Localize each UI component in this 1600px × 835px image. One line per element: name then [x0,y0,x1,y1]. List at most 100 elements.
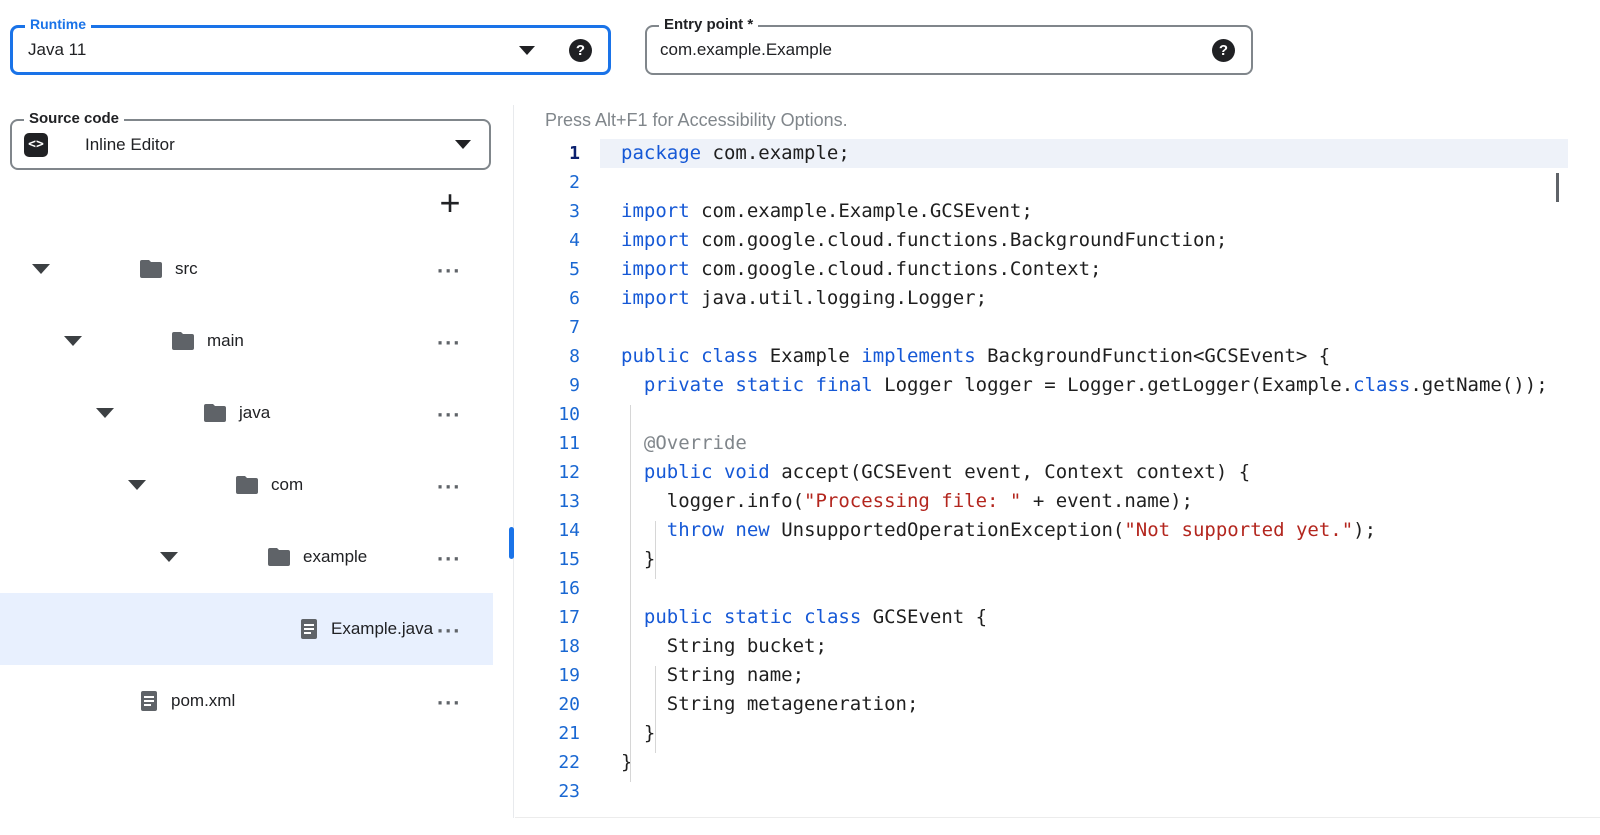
code-line[interactable]: 19 String name; [515,661,1600,690]
runtime-help-icon[interactable]: ? [569,39,592,62]
code-line-content: import com.example.Example.GCSEvent; [600,197,1568,226]
line-number[interactable]: 11 [515,429,580,458]
tree-item-pom.xml[interactable]: pom.xml ... [0,665,493,737]
line-number[interactable]: 20 [515,690,580,719]
code-line-content: import com.google.cloud.functions.Contex… [600,255,1568,284]
line-number[interactable]: 2 [515,168,580,197]
more-options-button[interactable]: ... [437,612,461,638]
code-line[interactable]: 10 [515,400,1600,429]
line-number[interactable]: 17 [515,603,580,632]
entry-point-help-icon[interactable]: ? [1212,39,1235,62]
line-number[interactable]: 1 [515,139,580,168]
tree-item-label: main [207,331,244,351]
more-options-button[interactable]: ... [437,252,461,278]
more-options-button[interactable]: ... [437,540,461,566]
tree-item-label: src [175,259,198,279]
panel-resize-handle[interactable] [509,527,514,559]
code-line[interactable]: 12 public void accept(GCSEvent event, Co… [515,458,1600,487]
folder-icon [268,548,290,566]
code-line[interactable]: 2 [515,168,1600,197]
line-number[interactable]: 6 [515,284,580,313]
code-line[interactable]: 6 import java.util.logging.Logger; [515,284,1600,313]
code-line[interactable]: 9 private static final Logger logger = L… [515,371,1600,400]
runtime-value: Java 11 [28,40,519,60]
code-line[interactable]: 5 import com.google.cloud.functions.Cont… [515,255,1600,284]
code-editor[interactable]: Press Alt+F1 for Accessibility Options. … [515,105,1600,818]
more-options-button[interactable]: ... [437,468,461,494]
expand-arrow-icon[interactable] [32,264,50,274]
code-line[interactable]: 13 logger.info("Processing file: " + eve… [515,487,1600,516]
chevron-down-icon[interactable] [519,46,535,55]
folder-icon [172,332,194,350]
runtime-select[interactable]: Runtime Java 11 ? [10,25,611,75]
code-line-content [600,777,1568,806]
code-line[interactable]: 3 import com.example.Example.GCSEvent; [515,197,1600,226]
code-line-content: } [600,719,1568,748]
tree-item-com[interactable]: com ... [0,449,493,521]
more-options-button[interactable]: ... [437,396,461,422]
code-line[interactable]: 4 import com.google.cloud.functions.Back… [515,226,1600,255]
code-line-content: String name; [600,661,1568,690]
code-line[interactable]: 16 [515,574,1600,603]
code-line[interactable]: 18 String bucket; [515,632,1600,661]
code-line[interactable]: 21 } [515,719,1600,748]
code-line[interactable]: 23 [515,777,1600,806]
tree-item-example[interactable]: example ... [0,521,493,593]
code-line[interactable]: 11 @Override [515,429,1600,458]
line-number[interactable]: 3 [515,197,580,226]
code-line-content [600,400,1568,429]
source-selector-value: Inline Editor [85,135,455,155]
code-line-content: import java.util.logging.Logger; [600,284,1568,313]
tree-item-Example.java[interactable]: Example.java ... [0,593,493,665]
line-number[interactable]: 21 [515,719,580,748]
line-number[interactable]: 7 [515,313,580,342]
expand-arrow-icon[interactable] [128,480,146,490]
code-line[interactable]: 22 } [515,748,1600,777]
tree-item-src[interactable]: src ... [0,233,493,305]
entry-point-field[interactable]: Entry point * ? [645,25,1253,75]
line-number[interactable]: 10 [515,400,580,429]
line-number[interactable]: 22 [515,748,580,777]
line-number[interactable]: 13 [515,487,580,516]
add-file-button[interactable]: + [434,186,466,220]
code-line-content: import com.google.cloud.functions.Backgr… [600,226,1568,255]
tree-item-label: java [239,403,270,423]
document-icon [300,619,318,639]
code-line[interactable]: 7 [515,313,1600,342]
expand-arrow-icon[interactable] [160,552,178,562]
line-number[interactable]: 4 [515,226,580,255]
code-line[interactable]: 14 throw new UnsupportedOperationExcepti… [515,516,1600,545]
tree-item-main[interactable]: main ... [0,305,493,377]
folder-icon [204,404,226,422]
entry-point-label: Entry point * [659,16,758,33]
more-options-button[interactable]: ... [437,324,461,350]
indent-guide [630,405,631,782]
code-line[interactable]: 17 public static class GCSEvent { [515,603,1600,632]
line-number[interactable]: 18 [515,632,580,661]
line-number[interactable]: 5 [515,255,580,284]
code-line-content: private static final Logger logger = Log… [600,371,1568,400]
code-line[interactable]: 20 String metageneration; [515,690,1600,719]
code-line[interactable]: 15 } [515,545,1600,574]
line-number[interactable]: 12 [515,458,580,487]
more-options-button[interactable]: ... [437,684,461,710]
line-number[interactable]: 19 [515,661,580,690]
tree-item-label: Example.java [331,619,433,639]
line-number[interactable]: 9 [515,371,580,400]
expand-arrow-icon[interactable] [64,336,82,346]
expand-arrow-icon[interactable] [96,408,114,418]
line-number[interactable]: 15 [515,545,580,574]
chevron-down-icon[interactable] [455,140,471,149]
line-number[interactable]: 16 [515,574,580,603]
entry-point-input[interactable] [660,40,1200,60]
code-line[interactable]: 8 public class Example implements Backgr… [515,342,1600,371]
tree-item-label: com [271,475,303,495]
line-number[interactable]: 23 [515,777,580,806]
code-line-content: public void accept(GCSEvent event, Conte… [600,458,1568,487]
source-code-selector[interactable]: Source code <> Inline Editor [10,119,491,170]
runtime-label: Runtime [25,16,91,32]
tree-item-java[interactable]: java ... [0,377,493,449]
line-number[interactable]: 14 [515,516,580,545]
code-line[interactable]: 1 package com.example; [515,139,1600,168]
line-number[interactable]: 8 [515,342,580,371]
